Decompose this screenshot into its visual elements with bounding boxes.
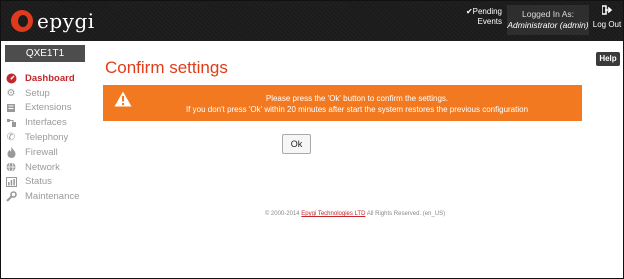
sidebar-item-label: Dashboard	[25, 72, 75, 84]
logout-icon	[591, 5, 623, 17]
sidebar-item-label: Network	[25, 161, 60, 173]
sidebar-item-network[interactable]: Network	[5, 160, 87, 175]
extensions-icon	[5, 102, 17, 114]
alert-line-2: If you don't press 'Ok' within 20 minute…	[185, 105, 529, 114]
logout-label: Log Out	[592, 20, 622, 29]
sidebar-item-label: Interfaces	[25, 117, 67, 129]
sidebar-item-setup[interactable]: ⚙ Setup	[5, 86, 87, 101]
page-title: Confirm settings	[105, 58, 228, 77]
interfaces-icon	[5, 117, 17, 129]
sidebar-item-interfaces[interactable]: Interfaces	[5, 115, 87, 130]
sidebar-item-dashboard[interactable]: Dashboard	[5, 71, 87, 86]
gear-icon: ⚙	[6, 87, 16, 99]
warning-icon	[114, 91, 132, 107]
sidebar-item-label: Telephony	[25, 132, 69, 144]
sidebar-item-status[interactable]: Status	[5, 175, 87, 190]
confirm-alert-banner: Please press the 'Ok' button to confirm …	[103, 85, 582, 121]
dashboard-icon	[5, 72, 17, 84]
sidebar-item-maintenance[interactable]: Maintenance	[5, 189, 87, 204]
globe-icon	[5, 161, 17, 173]
logo-mark-icon	[11, 10, 33, 32]
logout-button[interactable]: Log Out	[591, 5, 623, 30]
alert-line-1: Please press the 'Ok' button to confirm …	[265, 94, 449, 103]
logged-in-label: Logged In As:	[522, 9, 574, 19]
sidebar-item-label: Setup	[25, 87, 50, 99]
main-content: Confirm settings Help Please press the '…	[87, 41, 623, 278]
chart-icon	[5, 176, 17, 188]
sidebar-item-label: Extensions	[25, 102, 72, 114]
logo-text: epygi	[37, 9, 95, 33]
sidebar-item-firewall[interactable]: Firewall	[5, 145, 87, 160]
footer-prefix: © 2000-2014	[264, 211, 300, 217]
sidebar-nav: Dashboard ⚙ Setup Extensions Interfaces …	[5, 71, 87, 204]
app-frame: epygi ✔Pending Events Logged In As: Admi…	[0, 0, 624, 279]
sidebar-item-label: Firewall	[25, 146, 58, 158]
sidebar-item-telephony[interactable]: ✆ Telephony	[5, 130, 87, 145]
top-header: epygi ✔Pending Events Logged In As: Admi…	[1, 1, 623, 41]
pending-label: Pending	[472, 7, 502, 16]
footer-suffix: All Rights Reserved. (en_US)	[366, 211, 446, 217]
sidebar-item-label: Maintenance	[25, 191, 80, 203]
phone-icon: ✆	[6, 132, 16, 144]
alert-message: Please press the 'Ok' button to confirm …	[137, 93, 577, 115]
wrench-icon	[5, 191, 17, 203]
pending-events-link[interactable]: ✔Pending Events	[460, 7, 502, 27]
device-name-badge: QXE1T1	[5, 45, 85, 62]
sidebar-item-label: Status	[25, 176, 52, 188]
sidebar-item-extensions[interactable]: Extensions	[5, 101, 87, 116]
events-label: Events	[477, 17, 502, 26]
sidebar: QXE1T1 Dashboard ⚙ Setup Extensions Inte…	[1, 41, 87, 278]
company-link[interactable]: Epygi Technologies LTD	[301, 211, 365, 217]
logged-in-user: Administrator (admin)	[507, 20, 589, 30]
help-button[interactable]: Help	[596, 52, 620, 66]
checkmark-icon: ✔	[465, 7, 473, 16]
flame-icon	[5, 146, 17, 158]
logged-in-panel: Logged In As: Administrator (admin)	[507, 5, 589, 35]
copyright-footer: © 2000-2014 Epygi Technologies LTD All R…	[87, 211, 623, 217]
epygi-logo[interactable]: epygi	[11, 9, 95, 33]
ok-button[interactable]: Ok	[282, 134, 311, 154]
